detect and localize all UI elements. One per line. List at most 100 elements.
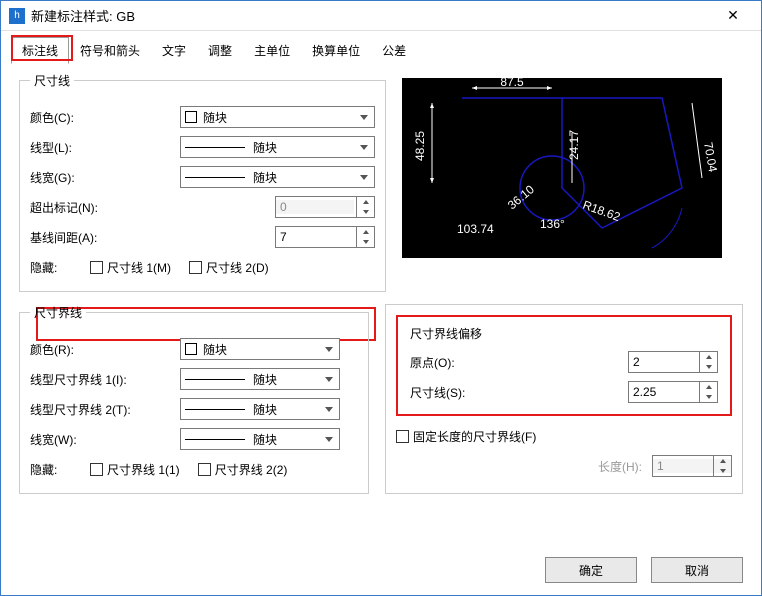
lineweight-select[interactable]: 随块 [180,166,375,188]
length-spinner [652,455,732,477]
chevron-down-icon [321,401,337,417]
origin-spinner[interactable] [628,351,718,373]
spinner-down-icon[interactable] [699,392,717,402]
origin-label: 原点(O): [410,354,455,371]
app-icon: h [9,8,25,24]
color-value: 随块 [203,109,227,126]
hide-ext1-checkbox[interactable]: 尺寸界线 1(1) [90,461,180,478]
checkbox-icon [396,430,409,443]
spinner-down-icon[interactable] [699,362,717,372]
checkbox-icon [90,463,103,476]
spinner-up-icon [713,456,731,466]
line-sample-icon [185,147,245,148]
lineweight-label: 线宽(G): [30,169,180,186]
ext-lw-value: 随块 [253,431,277,448]
linetype-label: 线型(L): [30,139,180,156]
baseline-label: 基线间距(A): [30,229,180,246]
dimline-legend: 尺寸线 [30,72,74,89]
extend-label: 超出标记(N): [30,199,180,216]
chevron-down-icon [356,169,372,185]
fixed-length-label: 固定长度的尺寸界线(F) [413,428,536,445]
line-sample-icon [185,177,245,178]
color-select[interactable]: 随块 [180,106,375,128]
extend-input[interactable] [276,200,354,214]
hide-ext2-label: 尺寸界线 2(2) [215,461,288,478]
ext-color-value: 随块 [203,341,227,358]
ext-lw-select[interactable]: 随块 [180,428,340,450]
cancel-button[interactable]: 取消 [651,557,743,583]
linetype-select[interactable]: 随块 [180,136,375,158]
spinner-up-icon[interactable] [699,382,717,392]
tab-adjust[interactable]: 调整 [197,37,243,64]
svg-text:24.17: 24.17 [567,130,581,160]
origin-input[interactable] [629,355,707,369]
byblock-swatch-icon [185,111,197,123]
svg-text:R18.62: R18.62 [581,198,622,225]
length-label: 长度(H): [598,458,642,475]
titlebar: h 新建标注样式: GB ✕ [1,1,761,31]
tab-primary[interactable]: 主单位 [243,37,301,64]
svg-text:70.04: 70.04 [701,141,720,173]
tab-text[interactable]: 文字 [151,37,197,64]
extend-spinner[interactable] [275,196,375,218]
chevron-down-icon [321,341,337,357]
baseline-input[interactable] [276,230,354,244]
chevron-down-icon [356,139,372,155]
svg-text:48.25: 48.25 [413,131,427,161]
hide-dim2-checkbox[interactable]: 尺寸线 2(D) [189,259,269,276]
ext-lt1-select[interactable]: 随块 [180,368,340,390]
lineweight-value: 随块 [253,169,277,186]
fixed-length-checkbox[interactable]: 固定长度的尺寸界线(F) [396,428,536,445]
baseline-spinner[interactable] [275,226,375,248]
tab-alt[interactable]: 换算单位 [301,37,371,64]
spinner-up-icon[interactable] [699,352,717,362]
tab-tol[interactable]: 公差 [371,37,417,64]
checkbox-icon [90,261,103,274]
offset-legend: 尺寸界线偏移 [410,325,718,342]
hide-ext1-label: 尺寸界线 1(1) [107,461,180,478]
ok-button[interactable]: 确定 [545,557,637,583]
ext-hide-label: 隐藏: [30,461,90,478]
ext-lt2-select[interactable]: 随块 [180,398,340,420]
offset-fieldset: 尺寸界线偏移 原点(O): 尺寸线(S): [385,304,743,494]
ext-lw-label: 线宽(W): [30,431,180,448]
dimline-offset-label: 尺寸线(S): [410,384,465,401]
footer: 确定 取消 [545,557,743,583]
hide-ext2-checkbox[interactable]: 尺寸界线 2(2) [198,461,288,478]
dimline-offset-input[interactable] [629,385,707,399]
byblock-swatch-icon [185,343,197,355]
chevron-down-icon [321,371,337,387]
ext-lt2-value: 随块 [253,401,277,418]
extline-fieldset: 尺寸界线 颜色(R): 随块 线型尺寸界线 1(I): 随块 [19,304,369,494]
highlight-offset: 尺寸界线偏移 原点(O): 尺寸线(S): [396,315,732,416]
hide-dim1-checkbox[interactable]: 尺寸线 1(M) [90,259,171,276]
spinner-up-icon[interactable] [356,197,374,207]
close-button[interactable]: ✕ [713,7,753,24]
tab-dimline[interactable]: 标注线 [11,37,69,64]
line-sample-icon [185,379,245,380]
ext-lt1-value: 随块 [253,371,277,388]
spinner-down-icon[interactable] [356,207,374,217]
hide-dim2-label: 尺寸线 2(D) [206,259,269,276]
linetype-value: 随块 [253,139,277,156]
tab-symbols[interactable]: 符号和箭头 [69,37,151,64]
svg-text:136°: 136° [540,217,565,231]
line-sample-icon [185,439,245,440]
svg-text:103.74: 103.74 [457,222,494,236]
chevron-down-icon [356,109,372,125]
svg-text:87.5: 87.5 [500,78,524,89]
window-title: 新建标注样式: GB [31,6,713,25]
dimline-offset-spinner[interactable] [628,381,718,403]
spinner-down-icon[interactable] [356,237,374,247]
color-label: 颜色(C): [30,109,180,126]
tab-strip: 标注线 符号和箭头 文字 调整 主单位 换算单位 公差 [1,31,761,64]
checkbox-icon [198,463,211,476]
line-sample-icon [185,409,245,410]
preview-pane: 87.5 48.25 24.17 70.04 36.10 136° R18.62… [402,78,722,258]
ext-color-select[interactable]: 随块 [180,338,340,360]
chevron-down-icon [321,431,337,447]
ext-lt1-label: 线型尺寸界线 1(I): [30,371,180,388]
ext-color-label: 颜色(R): [30,341,180,358]
spinner-up-icon[interactable] [356,227,374,237]
dimline-fieldset: 尺寸线 颜色(C): 随块 线型(L): 随块 [19,72,386,292]
